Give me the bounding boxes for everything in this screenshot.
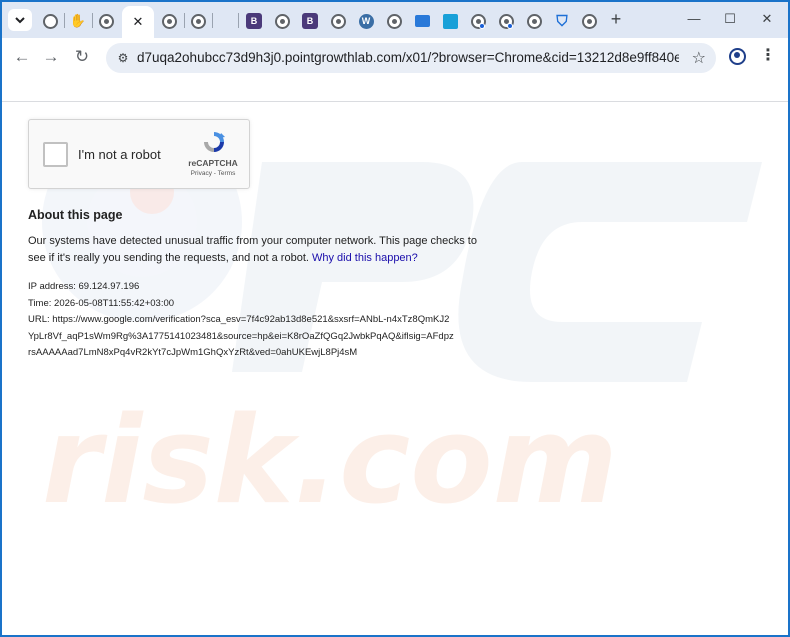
maximize-button[interactable]: ☐ (720, 10, 740, 28)
tab-9[interactable] (326, 9, 350, 33)
tab-12[interactable] (410, 9, 434, 33)
address-bar[interactable]: ⚙ d7uqa2ohubcc73d9h3j0.pointgrowthlab.co… (106, 43, 716, 73)
camera-search-icon (42, 13, 58, 29)
tab-15[interactable] (494, 9, 518, 33)
grid-icon (442, 13, 458, 29)
watermark-text: risk.com (42, 392, 618, 531)
tab-18[interactable] (577, 9, 601, 33)
minimize-button[interactable]: — (684, 10, 704, 28)
globe-icon (330, 13, 346, 29)
tab-separator (184, 13, 185, 28)
hand-icon: ✋ (69, 13, 87, 28)
about-title: About this page (28, 208, 123, 222)
globe-icon (161, 13, 177, 29)
recaptcha-label: I'm not a robot (78, 147, 161, 162)
tab-separator (238, 13, 239, 28)
globe-icon (526, 13, 542, 29)
tab-1[interactable]: ✋ (66, 9, 90, 33)
recaptcha-logo-icon (204, 132, 225, 152)
tab-17[interactable]: ⛉ (550, 9, 574, 33)
why-link[interactable]: Why did this happen? (312, 252, 418, 264)
tab-14[interactable] (466, 9, 490, 33)
bookmark-star-icon[interactable]: ☆ (692, 48, 706, 68)
tab-16[interactable] (522, 9, 546, 33)
tab-11[interactable] (382, 9, 406, 33)
tab-search-button[interactable] (8, 9, 32, 31)
tab-6[interactable]: B (242, 9, 266, 33)
reload-button[interactable]: ↻ (71, 46, 93, 68)
b-logo-icon: B (302, 13, 318, 29)
tab-2[interactable] (95, 9, 117, 33)
url-text[interactable]: d7uqa2ohubcc73d9h3j0.pointgrowthlab.com/… (137, 50, 679, 67)
globe-badge-icon (498, 13, 514, 29)
url-line-3: rsAAAAAad7LmN8xPq4vR2kYt7cJpWm1GhQxYzRt&… (28, 347, 358, 358)
globe-icon (190, 13, 206, 29)
globe-icon (386, 13, 402, 29)
timestamp: Time: 2026-05-08T11:55:42+03:00 (28, 297, 175, 309)
globe-icon (274, 13, 290, 29)
request-details: IP address: 69.124.97.196 Time: 2026-05-… (28, 279, 498, 362)
ip-address: IP address: 69.124.97.196 (28, 281, 140, 292)
site-info-icon[interactable]: ⚙ (115, 50, 131, 66)
shield-icon: ⛉ (556, 12, 568, 30)
url-line-2: YpLr8Vf_aqP1sWm9Rg%3A1775141023481&sourc… (28, 330, 454, 342)
profile-icon[interactable] (729, 48, 746, 65)
tab-separator (64, 13, 65, 28)
wordpress-icon: W (358, 13, 374, 29)
tab-13[interactable] (438, 9, 462, 33)
monitor-icon (414, 15, 430, 27)
b-logo-icon: B (246, 13, 262, 29)
url-line-1: URL: https://www.google.com/verification… (28, 314, 450, 325)
tab-7[interactable] (270, 9, 294, 33)
new-tab-button[interactable]: + (607, 10, 625, 29)
tab-4[interactable] (157, 9, 181, 33)
recaptcha-brand: reCAPTCHA (188, 158, 238, 168)
chevron-down-icon (15, 17, 25, 24)
tab-strip: ✋ ✕ B B W ⛉ + — ☐ ✕ (2, 2, 788, 38)
tab-5[interactable] (186, 9, 210, 33)
tab-separator (92, 13, 93, 28)
tab-3-active[interactable]: ✕ (122, 6, 154, 38)
content-divider (2, 101, 788, 102)
tab-separator (212, 13, 213, 28)
forward-button[interactable]: → (40, 46, 62, 68)
close-window-button[interactable]: ✕ (757, 10, 777, 28)
recaptcha-checkbox[interactable] (43, 142, 68, 167)
recaptcha-privacy-terms[interactable]: Privacy - Terms (181, 170, 245, 177)
browser-window: ✋ ✕ B B W ⛉ + — ☐ ✕ ← → ↻ ⚙ d7uqa2ohubcc… (2, 2, 788, 635)
close-tab-icon[interactable]: ✕ (133, 14, 144, 30)
back-button[interactable]: ← (11, 46, 33, 68)
tab-0[interactable] (38, 9, 62, 33)
about-text: Our systems have detected unusual traffi… (28, 233, 488, 266)
recaptcha-widget: I'm not a robot reCAPTCHA Privacy - Term… (28, 119, 250, 189)
browser-toolbar: ← → ↻ ⚙ d7uqa2ohubcc73d9h3j0.pointgrowth… (2, 38, 788, 76)
globe-icon (98, 13, 114, 29)
menu-icon[interactable]: ⋮ (760, 46, 776, 66)
tab-8[interactable]: B (298, 9, 322, 33)
tab-10[interactable]: W (354, 9, 378, 33)
globe-icon (581, 13, 597, 29)
globe-badge-icon (470, 13, 486, 29)
